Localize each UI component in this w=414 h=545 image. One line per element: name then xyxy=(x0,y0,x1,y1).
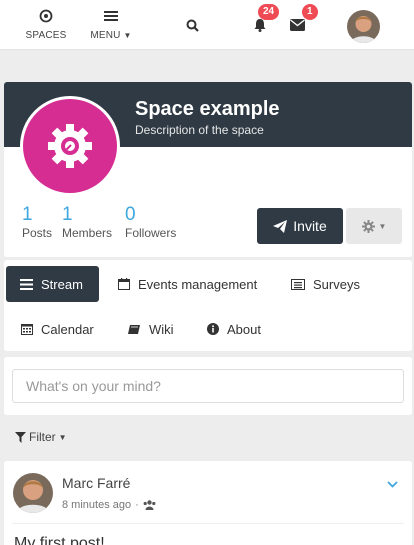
users-icon xyxy=(143,500,156,510)
tab-wiki[interactable]: Wiki xyxy=(114,311,188,347)
calendar-icon xyxy=(118,278,130,290)
post-divider xyxy=(12,523,404,524)
top-navigation: SPACES MENU ▼ 24 1 xyxy=(0,0,414,50)
messages-badge: 1 xyxy=(302,4,318,20)
post-author-name[interactable]: Marc Farré xyxy=(62,475,130,491)
space-header-panel: Space example Description of the space 1… xyxy=(4,82,412,257)
post-composer: What's on your mind? xyxy=(4,357,412,415)
bars-icon xyxy=(20,278,33,290)
paper-plane-icon xyxy=(273,219,288,233)
filter-dropdown[interactable]: Filter ▼ xyxy=(15,430,67,444)
post-time[interactable]: 8 minutes ago xyxy=(62,499,131,511)
space-tabs: Stream Events management Surveys Calenda… xyxy=(4,260,412,351)
status-input[interactable]: What's on your mind? xyxy=(12,369,404,403)
cog-icon xyxy=(361,219,375,233)
notifications-badge: 24 xyxy=(258,4,280,20)
target-icon xyxy=(39,8,53,24)
stat-posts[interactable]: 1 Posts xyxy=(22,204,52,240)
invite-button[interactable]: Invite xyxy=(257,208,343,244)
spaces-label: SPACES xyxy=(25,30,67,41)
tab-about[interactable]: About xyxy=(193,311,275,347)
search-icon xyxy=(186,17,199,33)
spaces-nav[interactable]: SPACES xyxy=(25,0,67,50)
list-icon xyxy=(291,278,305,290)
user-avatar[interactable] xyxy=(347,10,380,43)
tab-calendar[interactable]: Calendar xyxy=(7,311,108,347)
stat-followers[interactable]: 0 Followers xyxy=(125,204,176,240)
hamburger-icon xyxy=(104,8,118,24)
space-title: Space example xyxy=(135,98,280,120)
post-author-avatar[interactable] xyxy=(13,473,53,513)
envelope-icon xyxy=(289,17,305,33)
post-meta: 8 minutes ago · xyxy=(62,499,156,511)
caret-down-icon: ▼ xyxy=(378,221,387,231)
stat-members[interactable]: 1 Members xyxy=(62,204,112,240)
menu-label: MENU ▼ xyxy=(90,30,132,41)
tab-stream[interactable]: Stream xyxy=(6,266,99,302)
chevron-down-icon[interactable] xyxy=(387,475,398,493)
caret-down-icon: ▼ xyxy=(58,432,67,442)
tab-events-management[interactable]: Events management xyxy=(104,266,271,302)
post-card: Marc Farré 8 minutes ago · My first post… xyxy=(4,461,412,545)
calendar-grid-icon xyxy=(21,324,33,335)
tab-surveys[interactable]: Surveys xyxy=(277,266,374,302)
gear-icon xyxy=(48,124,92,168)
book-icon xyxy=(128,324,140,334)
info-icon xyxy=(207,323,219,335)
search-nav[interactable] xyxy=(180,0,204,50)
space-logo xyxy=(20,96,120,196)
menu-nav[interactable]: MENU ▼ xyxy=(86,0,136,50)
funnel-icon xyxy=(15,431,26,443)
space-settings-button[interactable]: ▼ xyxy=(346,208,402,244)
post-content: My first post! xyxy=(14,535,105,545)
space-description: Description of the space xyxy=(135,123,264,137)
